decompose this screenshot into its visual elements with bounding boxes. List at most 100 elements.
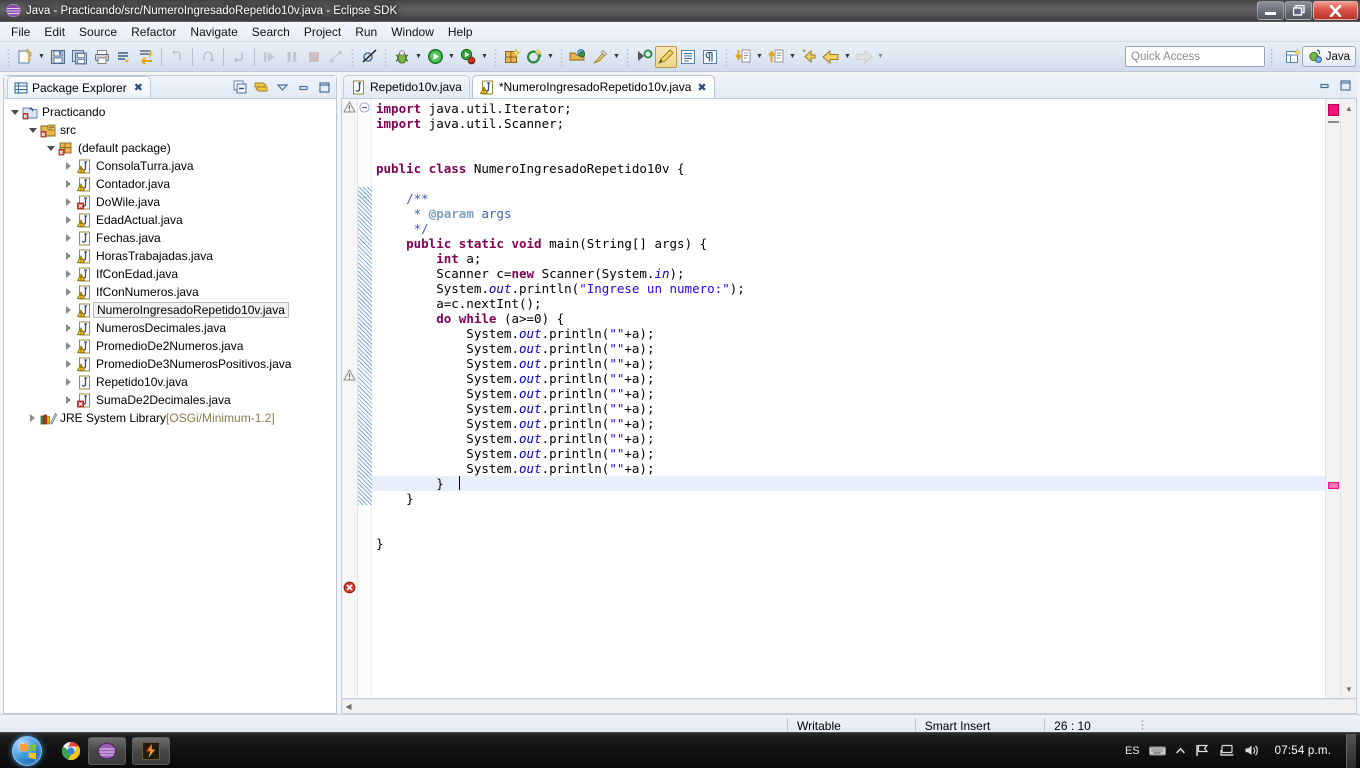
taskbar-quicklaunch[interactable] bbox=[60, 740, 82, 762]
code-line-20[interactable]: System.out.println(""+a); bbox=[372, 386, 1325, 401]
restore-button[interactable] bbox=[1285, 1, 1312, 20]
step-return-icon[interactable] bbox=[228, 46, 250, 68]
main-toolbar[interactable]: ▼ ▼ ▼ ▼ ▼ ▼ ▼ ▼ ▼ ▼ Quick Access Java bbox=[0, 42, 1360, 72]
editor-tab-2[interactable]: *NumeroIngresadoRepetido10v.java ✖ bbox=[471, 75, 715, 98]
minimize-button[interactable] bbox=[1257, 1, 1284, 20]
tree-item-contador-java[interactable]: Contador.java bbox=[4, 175, 336, 193]
twisty-collapsed-icon[interactable] bbox=[62, 178, 75, 191]
tree-item-ifconnumeros-java[interactable]: IfConNumeros.java bbox=[4, 283, 336, 301]
menu-file[interactable]: File bbox=[4, 23, 37, 41]
menu-source[interactable]: Source bbox=[72, 23, 124, 41]
maximize-icon[interactable] bbox=[1339, 79, 1352, 92]
show-whitespace-icon[interactable] bbox=[677, 46, 699, 68]
twisty-collapsed-icon[interactable] bbox=[62, 340, 75, 353]
code-line-18[interactable]: System.out.println(""+a); bbox=[372, 356, 1325, 371]
taskbar-eclipse-window-button[interactable] bbox=[88, 736, 126, 765]
tree-item-edadactual-java[interactable]: EdadActual.java bbox=[4, 211, 336, 229]
code-line-28[interactable] bbox=[372, 506, 1325, 521]
tree-item-jre-system-library[interactable]: JRE System Library [OSGi/Minimum-1.2] bbox=[4, 409, 336, 427]
code-line-26[interactable]: } bbox=[372, 476, 1325, 491]
twisty-collapsed-icon[interactable] bbox=[62, 160, 75, 173]
twisty-expanded-icon[interactable] bbox=[8, 106, 21, 119]
toolbar-gripper-3[interactable] bbox=[382, 46, 389, 67]
maximize-icon[interactable] bbox=[316, 79, 332, 95]
tree-item-practicando[interactable]: Practicando bbox=[4, 103, 336, 121]
tree-item-repetido10v-java[interactable]: Repetido10v.java bbox=[4, 373, 336, 391]
minimize-icon[interactable] bbox=[1318, 79, 1331, 92]
menu-run[interactable]: Run bbox=[348, 23, 384, 41]
last-edit-location-icon[interactable] bbox=[798, 46, 820, 68]
print-icon[interactable] bbox=[91, 46, 113, 68]
keyboard-icon[interactable] bbox=[1148, 744, 1166, 757]
scroll-left-icon[interactable]: ◀ bbox=[342, 700, 355, 713]
overview-marker-error[interactable] bbox=[1328, 104, 1339, 116]
previous-edit-icon[interactable] bbox=[765, 46, 787, 68]
search-dropdown-icon[interactable]: ▼ bbox=[611, 46, 622, 68]
scroll-down-icon[interactable]: ▼ bbox=[1343, 683, 1355, 695]
save-icon[interactable] bbox=[47, 46, 69, 68]
code-line-16[interactable]: System.out.println(""+a); bbox=[372, 326, 1325, 341]
menu-window[interactable]: Window bbox=[384, 23, 441, 41]
code-line-29[interactable] bbox=[372, 521, 1325, 536]
tree-item-horastrabajadas-java[interactable]: HorasTrabajadas.java bbox=[4, 247, 336, 265]
twisty-expanded-icon[interactable] bbox=[44, 142, 57, 155]
new-package-dropdown-icon[interactable]: ▼ bbox=[545, 46, 556, 68]
code-line-21[interactable]: System.out.println(""+a); bbox=[372, 401, 1325, 416]
taskbar-winrar-window-button[interactable] bbox=[132, 736, 170, 765]
export-icon[interactable] bbox=[135, 46, 157, 68]
twisty-expanded-icon[interactable] bbox=[26, 124, 39, 137]
forward-dropdown-icon[interactable]: ▼ bbox=[875, 46, 886, 68]
tree-item-consolaturra-java[interactable]: ConsolaTurra.java bbox=[4, 157, 336, 175]
code-line-12[interactable]: Scanner c=new Scanner(System.in); bbox=[372, 266, 1325, 281]
code-line-17[interactable]: System.out.println(""+a); bbox=[372, 341, 1325, 356]
twisty-collapsed-icon[interactable] bbox=[62, 232, 75, 245]
code-editor[interactable]: import java.util.Iterator; import java.ut… bbox=[372, 99, 1325, 698]
tree-item-sumade2decimales-java[interactable]: SumaDe2Decimales.java bbox=[4, 391, 336, 409]
code-line-4[interactable] bbox=[372, 146, 1325, 161]
scroll-up-icon[interactable]: ▲ bbox=[1343, 102, 1355, 114]
window-titlebar[interactable]: Java - Practicando/src/NumeroIngresadoRe… bbox=[0, 0, 1360, 22]
toolbar-gripper-2[interactable] bbox=[349, 46, 356, 67]
next-edit-dropdown-icon[interactable]: ▼ bbox=[754, 46, 765, 68]
menu-project[interactable]: Project bbox=[297, 23, 348, 41]
code-line-9[interactable]: */ bbox=[372, 221, 1325, 236]
twisty-collapsed-icon[interactable] bbox=[62, 196, 75, 209]
toolbar-gripper-4[interactable] bbox=[492, 46, 499, 67]
save-all-icon[interactable] bbox=[69, 46, 91, 68]
code-line-14[interactable]: a=c.nextInt(); bbox=[372, 296, 1325, 311]
editor-tab-1[interactable]: Repetido10v.java bbox=[343, 75, 470, 98]
close-button[interactable] bbox=[1313, 1, 1358, 20]
tree-item-promediode3numerospositivos-java[interactable]: PromedioDe3NumerosPositivos.java bbox=[4, 355, 336, 373]
terminate-icon[interactable] bbox=[303, 46, 325, 68]
suspend-icon[interactable] bbox=[281, 46, 303, 68]
twisty-collapsed-icon[interactable] bbox=[62, 358, 75, 371]
window-controls[interactable] bbox=[1257, 1, 1358, 20]
code-line-8[interactable]: * @param args bbox=[372, 206, 1325, 221]
editor-vertical-scrollbar[interactable]: ▲ ▼ bbox=[1340, 99, 1356, 698]
system-tray[interactable]: ES 07:54 p.m. bbox=[1125, 733, 1360, 768]
twisty-collapsed-icon[interactable] bbox=[62, 268, 75, 281]
run-history-icon[interactable] bbox=[457, 46, 479, 68]
code-line-25[interactable]: System.out.println(""+a); bbox=[372, 461, 1325, 476]
toggle-mark-occurrences-icon[interactable] bbox=[655, 45, 677, 68]
previous-edit-dropdown-icon[interactable]: ▼ bbox=[787, 46, 798, 68]
tree-item-src[interactable]: src bbox=[4, 121, 336, 139]
code-line-22[interactable]: System.out.println(""+a); bbox=[372, 416, 1325, 431]
start-button[interactable] bbox=[2, 735, 52, 767]
skip-breakpoints-icon[interactable] bbox=[358, 46, 380, 68]
new-wizard-icon[interactable] bbox=[14, 46, 36, 68]
menu-help[interactable]: Help bbox=[441, 23, 480, 41]
close-icon[interactable]: ✖ bbox=[697, 81, 706, 94]
twisty-collapsed-icon[interactable] bbox=[62, 376, 75, 389]
code-line-23[interactable]: System.out.println(""+a); bbox=[372, 431, 1325, 446]
show-desktop-button[interactable] bbox=[1346, 733, 1356, 768]
annotation-ruler[interactable] bbox=[342, 99, 358, 698]
code-line-11[interactable]: int a; bbox=[372, 251, 1325, 266]
disconnect-icon[interactable] bbox=[325, 46, 347, 68]
next-annotation-icon[interactable] bbox=[633, 46, 655, 68]
menu-bar[interactable]: File Edit Source Refactor Navigate Searc… bbox=[0, 22, 1360, 42]
undo-icon[interactable] bbox=[166, 46, 188, 68]
toolbar-gripper-5[interactable] bbox=[558, 46, 565, 67]
volume-icon[interactable] bbox=[1244, 744, 1260, 757]
collapse-all-icon[interactable] bbox=[232, 79, 248, 95]
